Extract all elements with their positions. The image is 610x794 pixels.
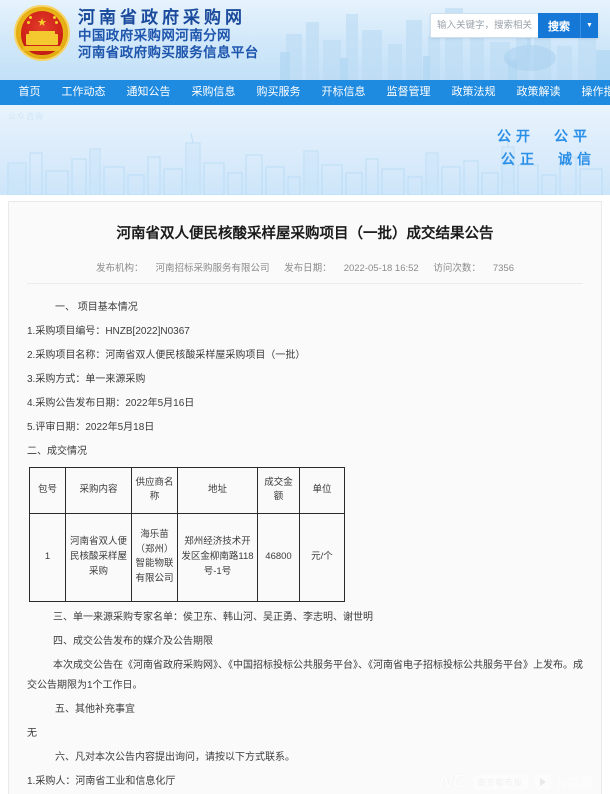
th-supplier: 供应商名称 [131,466,178,514]
main-navigation[interactable]: 首页 工作动态 通知公告 采购信息 购买服务 开标信息 监督管理 政策法规 政策… [0,80,610,105]
search-dropdown-caret-icon[interactable]: ▼ [580,13,598,38]
search-button[interactable]: 搜索 [538,13,580,38]
section-1-heading: 一、 项目基本情况 [55,301,138,313]
article-meta: 发布机构： 河南招标采购服务有限公司 发布日期： 2022-05-18 16:52 … [27,260,583,284]
page-root: ★ 河南省政府采购网 中国政府采购网河南分网 河南省政府购买服务信息平台 搜索 … [0,0,610,794]
banner-corner-label: 公众咨询 [8,112,44,121]
section-4-heading: 四、成交公告发布的媒介及公告期限 [53,635,213,647]
site-title-sub2: 河南省政府购买服务信息平台 [78,44,259,60]
cell-content: 河南省双人便民核酸采样屋采购 [65,512,132,602]
section-6-heading: 六、凡对本次公告内容提出询问，请按以下方式联系。 [55,751,295,763]
section-2-heading: 二、成交情况 [27,445,87,457]
section-5-heading: 五、其他补充事宜 [55,703,135,715]
th-address: 地址 [177,466,258,514]
nav-item-policy-law[interactable]: 政策法规 [441,80,506,105]
nav-item-bid-opening[interactable]: 开标信息 [311,80,376,105]
nav-item-buy-service[interactable]: 购买服务 [246,80,311,105]
meta-publisher-value: 河南招标采购服务有限公司 [155,262,270,274]
header-brand[interactable]: ★ 河南省政府采购网 中国政府采购网河南分网 河南省政府购买服务信息平台 [14,5,259,61]
national-emblem-icon: ★ [14,5,70,61]
cell-address: 郑州经济技术开发区金柳南路118号-1号 [177,512,258,602]
cell-package-no: 1 [29,512,66,602]
meta-date-value: 2022-05-18 16:52 [343,262,419,274]
search-input[interactable] [430,13,538,38]
nav-item-procurement[interactable]: 采购信息 [181,80,246,105]
article-card: 河南省双人便民核酸采样屋采购项目（一批）成交结果公告 发布机构： 河南招标采购服务… [8,201,602,794]
meta-views-label: 访问次数： [433,262,481,274]
header-cityscape-decoration [280,8,610,80]
article-body: 一、 项目基本情况 1.采购项目编号：HNZB[2022]N0367 2.采购项… [27,298,583,794]
project-name-line: 2.采购项目名称：河南省双人便民核酸采样屋采购项目（一批） [27,349,306,361]
meta-views-value: 7356 [492,262,514,274]
th-package-no: 包号 [29,466,66,514]
banner-slogan: 公开 公平 公正 诚信 [497,129,592,166]
banner-slogan-line2: 公正 诚信 [501,151,596,167]
meta-date-label: 发布日期： [284,262,332,274]
section-4-body: 本次成交公告在《河南省政府采购网》、《中国招标投标公共服务平台》、《河南省电子招… [27,659,583,691]
page-title: 河南省双人便民核酸采样屋采购项目（一批）成交结果公告 [116,226,494,242]
site-title-block: 河南省政府采购网 中国政府采购网河南分网 河南省政府购买服务信息平台 [78,7,259,59]
nav-item-guide[interactable]: 操作指南 [571,80,610,105]
site-title-sub1: 中国政府采购网河南分网 [78,28,231,43]
nav-item-home[interactable]: 首页 [8,80,51,105]
section-3-experts: 三、单一来源采购专家名单：侯卫东、韩山河、吴正勇、李志明、谢世明 [53,611,373,623]
review-date-line: 5.评审日期：2022年5月18日 [27,421,155,433]
meta-publisher-label: 发布机构： [96,262,144,274]
site-header: ★ 河南省政府采购网 中国政府采购网河南分网 河南省政府购买服务信息平台 搜索 … [0,0,610,80]
section-5-body: 无 [27,727,37,739]
cell-unit: 元/个 [299,512,345,602]
th-content: 采购内容 [65,466,132,514]
banner-slogan-line1: 公开 公平 [497,128,592,144]
nav-item-notices[interactable]: 通知公告 [116,80,181,105]
nav-item-supervision[interactable]: 监督管理 [376,80,441,105]
page-banner: 公众咨询 公开 公平 公正 诚信 [0,105,610,195]
announcement-date-line: 4.采购公告发布日期：2022年5月16日 [27,397,195,409]
th-unit: 单位 [299,466,345,514]
table-row: 1 河南省双人便民核酸采样屋采购 海乐苗（郑州）智能物联有限公司 郑州经济技术开… [29,512,345,602]
th-amount: 成交金额 [257,466,300,514]
procurement-method-line: 3.采购方式：单一来源采购 [27,373,146,385]
award-result-table: 包号 采购内容 供应商名称 地址 成交金额 单位 1 河南省双人便民核酸采样屋采… [29,466,345,602]
table-header-row: 包号 采购内容 供应商名称 地址 成交金额 单位 [29,466,345,514]
contact-purchaser-line: 1.采购人：河南省工业和信息化厅 [27,775,176,787]
nav-item-work-news[interactable]: 工作动态 [51,80,116,105]
search-bar[interactable]: 搜索 ▼ [430,13,598,38]
site-title-main: 河南省政府采购网 [78,8,246,27]
cell-amount: 46800 [257,512,300,602]
project-number-line: 1.采购项目编号：HNZB[2022]N0367 [27,325,190,337]
cell-supplier: 海乐苗（郑州）智能物联有限公司 [131,512,178,602]
nav-item-policy-read[interactable]: 政策解读 [506,80,571,105]
